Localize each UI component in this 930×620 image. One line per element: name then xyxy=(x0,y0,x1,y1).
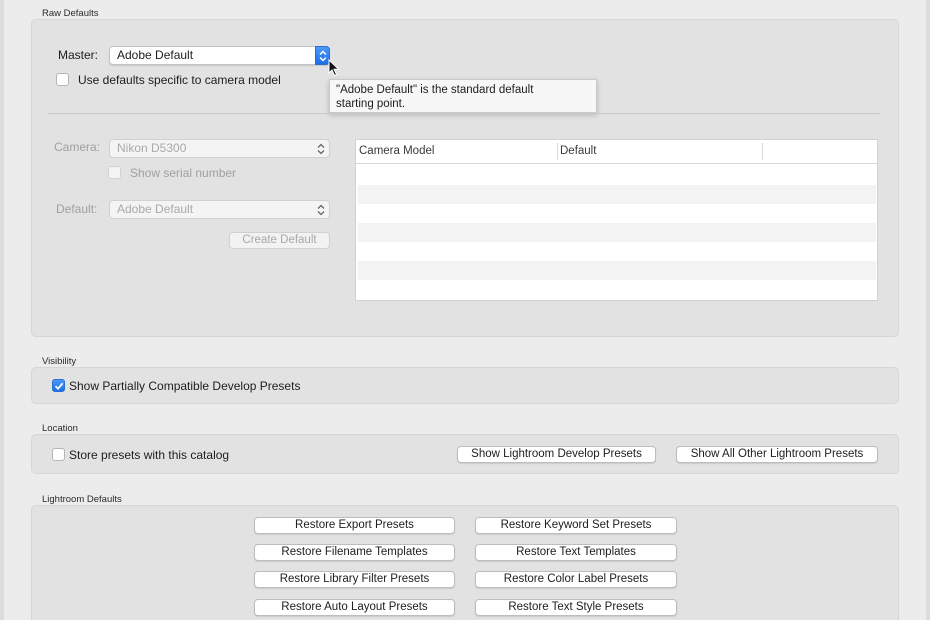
camera-select[interactable]: Nikon D5300 xyxy=(109,139,330,158)
master-select-value: Adobe Default xyxy=(117,48,194,62)
camera-select-value: Nikon D5300 xyxy=(117,141,187,155)
raw-defaults-title: Raw Defaults xyxy=(42,8,99,19)
table-row xyxy=(358,185,876,204)
table-row xyxy=(358,204,876,223)
restore-export-presets-button[interactable]: Restore Export Presets xyxy=(254,517,455,534)
store-presets-label: Store presets with this catalog xyxy=(69,448,230,462)
camera-specific-label: Use defaults specific to camera model xyxy=(78,73,281,87)
mouse-pointer-icon xyxy=(328,58,340,80)
show-other-presets-button[interactable]: Show All Other Lightroom Presets xyxy=(676,446,878,463)
tooltip-line-1: "Adobe Default" is the standard default xyxy=(336,84,534,96)
lightroom-defaults-title: Lightroom Defaults xyxy=(42,494,122,505)
show-serial-label: Show serial number xyxy=(130,166,237,180)
master-select[interactable]: Adobe Default xyxy=(109,46,330,65)
table-row xyxy=(358,261,876,280)
create-default-button[interactable]: Create Default xyxy=(229,232,330,249)
camera-specific-checkbox[interactable] xyxy=(56,73,69,86)
visibility-title: Visibility xyxy=(42,356,77,367)
checkmark-icon xyxy=(54,382,64,391)
column-separator xyxy=(557,143,558,160)
column-header-default[interactable]: Default xyxy=(560,145,596,157)
store-presets-checkbox[interactable] xyxy=(52,448,65,461)
camera-defaults-table[interactable]: Camera Model Default xyxy=(355,139,878,301)
select-arrows-icon xyxy=(317,204,325,221)
restore-text-style-presets-button[interactable]: Restore Text Style Presets xyxy=(475,599,677,616)
master-tooltip: "Adobe Default" is the standard default … xyxy=(329,79,597,113)
show-serial-checkbox[interactable] xyxy=(108,166,121,179)
restore-auto-layout-presets-button[interactable]: Restore Auto Layout Presets xyxy=(254,599,455,616)
restore-filename-templates-button[interactable]: Restore Filename Templates xyxy=(254,544,455,561)
window-edge-left xyxy=(0,0,4,620)
column-header-camera-model[interactable]: Camera Model xyxy=(359,145,434,157)
location-title: Location xyxy=(42,423,78,434)
camera-label: Camera: xyxy=(54,140,101,154)
master-label: Master: xyxy=(58,48,99,62)
show-develop-presets-button[interactable]: Show Lightroom Develop Presets xyxy=(457,446,656,463)
restore-color-label-presets-button[interactable]: Restore Color Label Presets xyxy=(475,571,677,588)
column-separator xyxy=(762,143,763,160)
show-partial-label: Show Partially Compatible Develop Preset… xyxy=(69,379,301,393)
table-row xyxy=(358,223,876,242)
default-select[interactable]: Adobe Default xyxy=(109,200,330,219)
raw-defaults-divider xyxy=(48,113,880,114)
select-arrows-icon xyxy=(317,143,325,160)
restore-keyword-set-presets-button[interactable]: Restore Keyword Set Presets xyxy=(475,517,677,534)
lightroom-defaults-group xyxy=(31,505,899,620)
table-row xyxy=(358,280,876,299)
show-partial-checkbox[interactable] xyxy=(52,379,65,392)
table-row xyxy=(358,166,876,185)
window-edge-right xyxy=(926,0,930,620)
restore-text-templates-button[interactable]: Restore Text Templates xyxy=(475,544,677,561)
default-select-value: Adobe Default xyxy=(117,202,194,216)
tooltip-line-2: starting point. xyxy=(336,98,406,110)
restore-library-filter-presets-button[interactable]: Restore Library Filter Presets xyxy=(254,571,455,588)
table-header: Camera Model Default xyxy=(356,140,877,164)
default-label: Default: xyxy=(56,202,98,216)
table-row xyxy=(358,242,876,261)
